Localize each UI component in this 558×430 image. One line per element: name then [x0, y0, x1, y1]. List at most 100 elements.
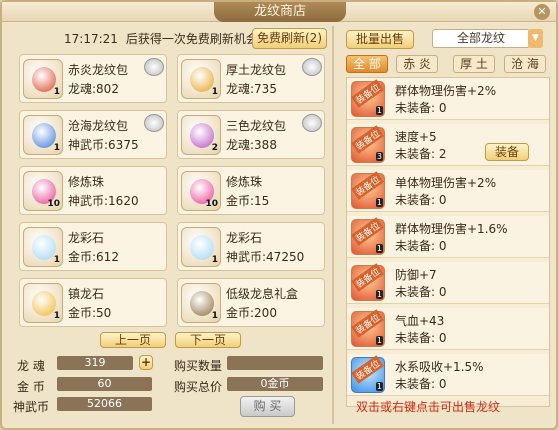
buy-quantity-input[interactable] — [227, 356, 323, 370]
item-price: 龙魂:735 — [226, 82, 277, 96]
shop-item-card[interactable]: 1 龙彩石神武币:47250 — [177, 222, 325, 271]
dragon-pattern-shop-window: 龙纹商店 ✕ 17:17:21 后获得一次免费刷新机会 免费刷新(2) 1 赤炎龙纹… — [0, 0, 558, 430]
equip-slot-tag: 装备位 — [351, 171, 384, 200]
dragon-pattern-row[interactable]: 装备位 1 群体物理伤害+1.6% 未装备: 0 — [347, 216, 549, 258]
tab-canghai[interactable]: 沧 海 — [504, 55, 546, 73]
dragon-pattern-icon: 装备位 1 — [351, 263, 385, 301]
gold-label: 金 币 — [17, 380, 45, 394]
item-icon: 1 — [23, 283, 63, 323]
shop-item-card[interactable]: 1 沧海龙纹包 神武币:6375 — [19, 110, 167, 159]
pattern-count: 1 — [375, 198, 383, 207]
pattern-unequipped: 未装备: 0 — [395, 101, 447, 115]
item-icon-gem — [190, 123, 214, 148]
pattern-count: 1 — [375, 382, 383, 391]
timer-text: 后获得一次免费刷新机会 — [125, 32, 258, 46]
inventory-panel: 批量出售 全部龙纹 ▼ 全 部 赤 炎 厚 土 沧 海 装备位 1 群体物理伤害+2… — [338, 26, 552, 424]
item-name: 修炼珠 — [68, 175, 105, 189]
pattern-unequipped: 未装备: 0 — [395, 239, 447, 253]
lotus-badge-icon — [144, 58, 164, 76]
pattern-unequipped: 未装备: 0 — [395, 193, 447, 207]
buy-button[interactable]: 购 买 — [240, 396, 295, 417]
item-price: 神武币:47250 — [226, 250, 305, 264]
pattern-count: 1 — [375, 106, 383, 115]
close-icon[interactable]: ✕ — [534, 4, 550, 20]
item-count: 2 — [211, 143, 218, 153]
dragon-pattern-row[interactable]: 装备位 1 气血+43 未装备: 0 — [347, 308, 549, 350]
item-icon-gem — [32, 235, 56, 260]
item-icon: 1 — [23, 115, 63, 155]
tab-all[interactable]: 全 部 — [346, 55, 388, 73]
free-refresh-button[interactable]: 免费刷新(2) — [252, 28, 327, 49]
item-count: 1 — [211, 255, 218, 265]
shop-item-card[interactable]: 1 镇龙石金币:50 — [19, 278, 167, 327]
plus-icon[interactable]: + — [139, 355, 153, 370]
equip-slot-tag: 装备位 — [351, 79, 384, 108]
item-price: 龙魂:802 — [68, 82, 119, 96]
dragon-pattern-row[interactable]: 装备位 3 速度+5 未装备: 2 装备 — [347, 124, 549, 166]
tab-chiyan[interactable]: 赤 炎 — [396, 55, 438, 73]
next-page-button[interactable]: 下一页 — [175, 332, 241, 348]
buy-total-value: 0金币 — [227, 377, 323, 391]
item-count: 1 — [53, 143, 60, 153]
title-bar: 龙纹商店 ✕ — [2, 2, 556, 22]
gold-value: 60 — [57, 377, 152, 391]
shop-item-card[interactable]: 1 低级龙息礼盒 金币:200 — [177, 278, 325, 327]
item-icon-gem — [32, 291, 56, 316]
item-count: 10 — [205, 199, 218, 209]
dragon-pattern-icon: 装备位 3 — [351, 125, 385, 163]
pattern-attribute: 速度+5 — [395, 130, 437, 144]
shop-item-card[interactable]: 10 修炼珠神武币:1620 — [19, 166, 167, 215]
pattern-attribute: 水系吸收+1.5% — [395, 360, 484, 374]
item-name: 沧海龙纹包 — [68, 119, 129, 133]
item-price: 神武币:1620 — [68, 194, 139, 208]
pattern-unequipped: 未装备: 0 — [395, 331, 447, 345]
dragon-soul-value: 319 — [57, 356, 133, 370]
shop-item-card[interactable]: 1 厚土龙纹包龙魂:735 — [177, 54, 325, 103]
dragon-pattern-icon: 装备位 1 — [351, 79, 385, 117]
dragon-pattern-row[interactable]: 装备位 1 群体物理伤害+2% 未装备: 0 — [347, 78, 549, 120]
buy-quantity-label: 购买数量 — [174, 359, 223, 373]
pattern-unequipped: 未装备: 0 — [395, 285, 447, 299]
dragon-pattern-icon: 装备位 1 — [351, 355, 385, 393]
item-icon: 1 — [23, 59, 63, 99]
batch-sell-button[interactable]: 批量出售 — [346, 30, 414, 49]
item-price: 金币:200 — [226, 306, 277, 320]
shop-item-card[interactable]: 10 修炼珠 金币:15 — [177, 166, 325, 215]
item-icon-gem — [190, 235, 214, 260]
item-price: 龙魂:388 — [226, 138, 277, 152]
item-price: 金币:612 — [68, 250, 119, 264]
pattern-count: 1 — [375, 290, 383, 299]
shop-item-card[interactable]: 1 赤炎龙纹包 龙魂:802 — [19, 54, 167, 103]
item-price: 金币:15 — [226, 194, 270, 208]
pattern-count: 3 — [375, 152, 383, 161]
dragon-pattern-row[interactable]: 装备位 1 防御+7 未装备: 0 — [347, 262, 549, 304]
equip-slot-tag: 装备位 — [351, 355, 384, 384]
pattern-count: 1 — [375, 336, 383, 345]
shenwu-coin-value: 52066 — [57, 397, 152, 411]
pattern-attribute: 群体物理伤害+1.6% — [395, 222, 508, 236]
dragon-pattern-icon: 装备位 1 — [351, 309, 385, 347]
lotus-badge-icon — [302, 58, 322, 76]
shop-item-card[interactable]: 2 三色龙纹包 龙魂:388 — [177, 110, 325, 159]
item-count: 10 — [47, 199, 60, 209]
item-name: 厚土龙纹包 — [226, 63, 287, 77]
equip-slot-tag: 装备位 — [351, 217, 384, 246]
item-price: 金币:50 — [68, 306, 112, 320]
prev-page-button[interactable]: 上一页 — [100, 332, 166, 348]
chevron-down-icon[interactable]: ▼ — [528, 29, 543, 48]
dragon-pattern-row[interactable]: 装备位 1 单体物理伤害+2% 未装备: 0 — [347, 170, 549, 212]
item-icon-gem — [32, 123, 56, 148]
item-icon: 1 — [181, 59, 221, 99]
item-icon: 2 — [181, 115, 221, 155]
dragon-pattern-list: 装备位 1 群体物理伤害+2% 未装备: 0 装备位 3 速度+5 未装备: 2 装备 装备位 1 单… — [346, 77, 550, 407]
item-name: 镇龙石 — [68, 287, 105, 301]
shop-item-card[interactable]: 1 龙彩石 金币:612 — [19, 222, 167, 271]
equip-button[interactable]: 装备 — [485, 143, 529, 161]
item-icon: 1 — [181, 227, 221, 267]
dragon-pattern-row[interactable]: 装备位 1 水系吸收+1.5% 未装备: 0 — [347, 354, 549, 396]
tab-houtu[interactable]: 厚 土 — [453, 55, 495, 73]
filter-dropdown[interactable]: 全部龙纹 — [432, 29, 530, 48]
equip-slot-tag: 装备位 — [351, 125, 384, 154]
lotus-badge-icon — [144, 114, 164, 132]
item-name: 龙彩石 — [226, 231, 263, 245]
